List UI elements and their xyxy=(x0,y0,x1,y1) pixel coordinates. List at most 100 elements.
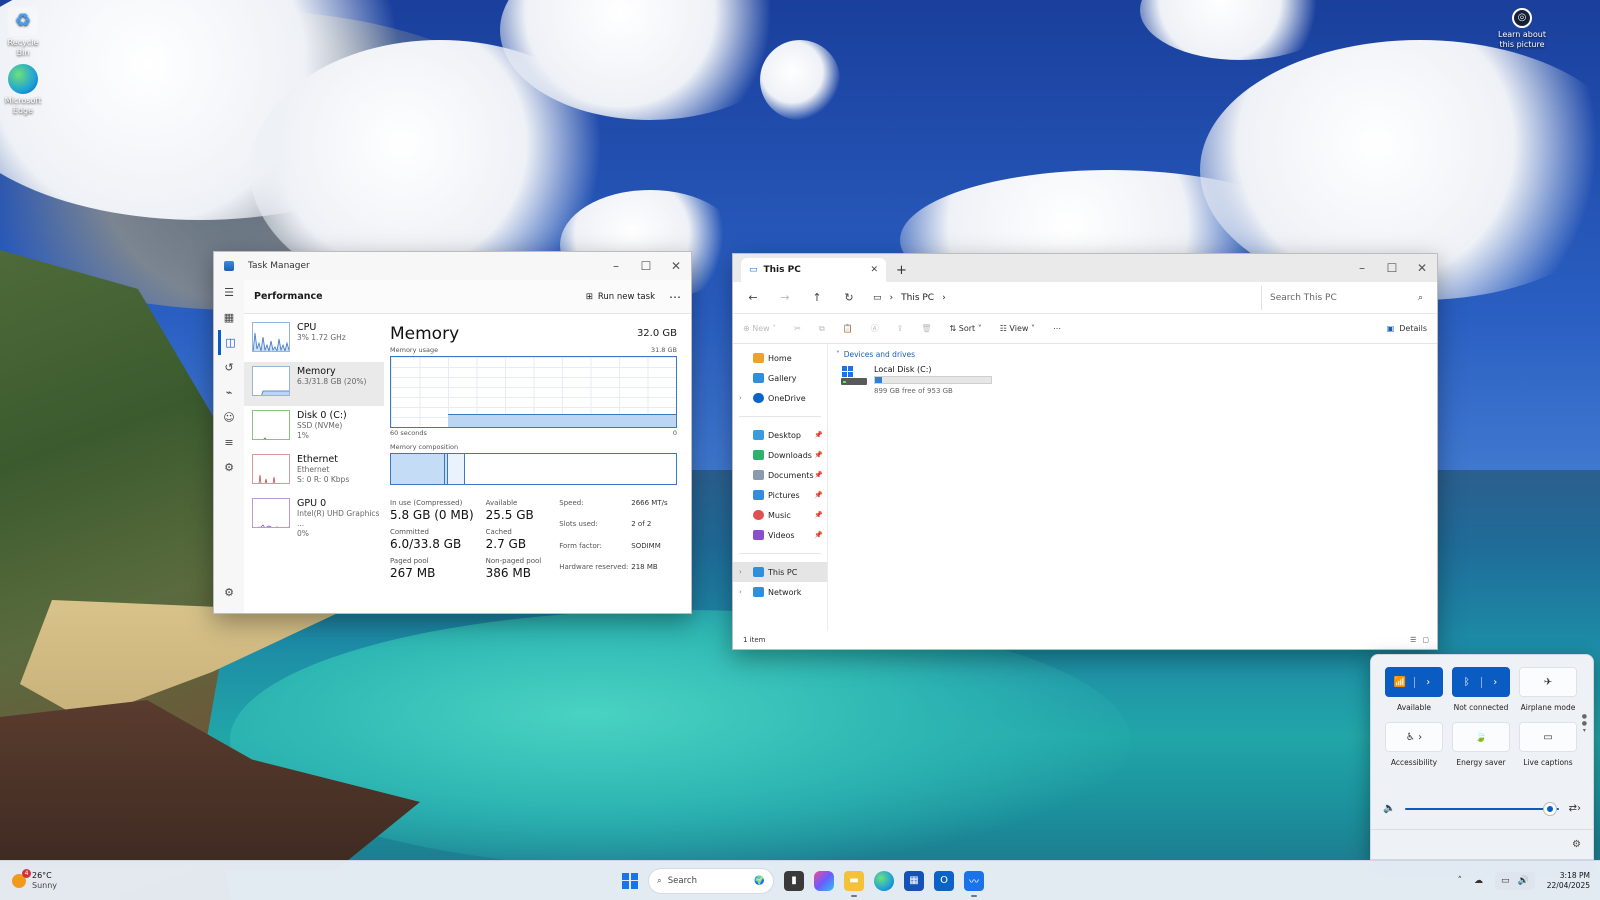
page-title: Performance xyxy=(254,291,323,302)
more-options-icon[interactable]: ⋯ xyxy=(1053,324,1061,333)
airplane-mode-toggle[interactable]: ✈ xyxy=(1519,667,1577,697)
sidebar-item-this-pc[interactable]: › This PC xyxy=(733,562,827,582)
back-arrow-icon[interactable]: ← xyxy=(739,286,767,310)
clock[interactable]: 3:18 PM 22/04/2025 xyxy=(1547,871,1590,891)
tab-this-pc[interactable]: ▭ This PC ✕ xyxy=(741,258,886,282)
microsoft-store-icon[interactable]: ▦ xyxy=(904,870,924,891)
speaker-icon[interactable]: 🔈 xyxy=(1383,803,1395,814)
breadcrumb-this-pc[interactable]: This PC xyxy=(901,293,934,303)
chevron-right-icon[interactable]: › xyxy=(1413,676,1443,688)
startup-apps-icon[interactable]: ⌁ xyxy=(218,380,240,405)
tiles-view-icon[interactable]: ▢ xyxy=(1422,636,1429,644)
task-manager-icon[interactable]: 〰 xyxy=(964,870,984,897)
more-options-icon[interactable]: ⋯ xyxy=(669,290,681,304)
expand-chevron-icon[interactable]: › xyxy=(739,394,742,402)
rename-icon[interactable]: Ⓐ xyxy=(871,323,879,334)
sidebar-item-label: Music xyxy=(768,510,791,520)
sidebar-item-gallery[interactable]: Gallery xyxy=(733,368,827,388)
stat-value: 6.0/33.8 GB xyxy=(390,537,462,551)
learn-about-picture[interactable]: ◎ Learn about this picture xyxy=(1492,8,1552,50)
energy-saver-toggle[interactable]: 🍃 xyxy=(1452,722,1510,752)
sidebar-item-label: OneDrive xyxy=(768,393,806,403)
page-dots[interactable]: ● ● ▾ xyxy=(1582,713,1587,734)
users-icon[interactable]: ☺ xyxy=(218,405,240,430)
paste-icon[interactable]: 📋 xyxy=(843,324,853,333)
settings-gear-icon[interactable]: ⚙ xyxy=(1572,839,1581,850)
audio-output-icon[interactable]: ⇄› xyxy=(1569,803,1581,814)
search-box[interactable]: Search This PC ⌕ xyxy=(1261,285,1431,310)
refresh-icon[interactable]: ↻ xyxy=(835,286,863,310)
sidebar-item-home[interactable]: Home xyxy=(733,348,827,368)
sidebar-item-network[interactable]: › Network xyxy=(733,582,827,602)
maximize-icon[interactable]: ☐ xyxy=(631,252,661,280)
taskbar-search[interactable]: ⌕ Search 🌍 xyxy=(648,867,774,894)
pictures-icon xyxy=(753,490,764,500)
sort-button[interactable]: ⇅ Sort ˅ xyxy=(950,324,982,333)
maximize-icon[interactable]: ☐ xyxy=(1377,254,1407,282)
live-captions-toggle[interactable]: ▭ xyxy=(1519,722,1577,752)
forward-arrow-icon[interactable]: → xyxy=(771,286,799,310)
details-button[interactable]: ▣ Details xyxy=(1387,324,1427,333)
processes-icon[interactable]: ▦ xyxy=(218,305,240,330)
sidebar-item-pictures[interactable]: Pictures 📌 xyxy=(733,485,827,505)
sidebar-item-documents[interactable]: Documents 📌 xyxy=(733,465,827,485)
share-icon[interactable]: ⇪ xyxy=(897,324,904,333)
outlook-icon[interactable]: O xyxy=(934,870,954,891)
up-arrow-icon[interactable]: ↑ xyxy=(803,286,831,310)
expand-chevron-icon[interactable]: › xyxy=(739,568,742,576)
expand-chevron-icon[interactable]: › xyxy=(739,588,742,596)
address-bar[interactable]: ▭ › This PC › xyxy=(867,286,1257,310)
perf-item-ethernet[interactable]: Ethernet Ethernet S: 0 R: 0 Kbps xyxy=(244,450,384,494)
bluetooth-toggle[interactable]: ᛒ › xyxy=(1452,667,1510,697)
volume-slider-thumb[interactable] xyxy=(1543,802,1556,815)
volume-slider[interactable] xyxy=(1405,802,1559,815)
chevron-right-icon[interactable]: › xyxy=(1480,676,1510,688)
sidebar-item-onedrive[interactable]: › OneDrive xyxy=(733,388,827,408)
perf-item-disk[interactable]: Disk 0 (C:) SSD (NVMe) 1% xyxy=(244,406,384,450)
drive-local-disk-c[interactable]: Local Disk (C:) 899 GB free of 953 GB xyxy=(840,365,1429,395)
new-tab-button[interactable]: + xyxy=(886,263,917,282)
close-icon[interactable]: ✕ xyxy=(661,252,691,280)
details-icon[interactable]: ≡ xyxy=(218,430,240,455)
copy-icon[interactable]: ⧉ xyxy=(819,324,825,334)
start-button[interactable] xyxy=(622,872,638,889)
edge-icon[interactable] xyxy=(874,870,894,891)
wifi-toggle[interactable]: 📶 › xyxy=(1385,667,1443,697)
chevron-up-icon[interactable]: ˄ xyxy=(1458,876,1463,886)
delete-icon[interactable]: 🗑 xyxy=(921,324,931,333)
new-button[interactable]: ⊕ New ˅ xyxy=(743,324,776,333)
sidebar-item-music[interactable]: Music 📌 xyxy=(733,505,827,525)
sidebar-item-desktop[interactable]: Desktop 📌 xyxy=(733,425,827,445)
minimize-icon[interactable]: – xyxy=(601,252,631,280)
sidebar-item-videos[interactable]: Videos 📌 xyxy=(733,525,827,545)
services-icon[interactable]: ⚙ xyxy=(218,455,240,480)
onedrive-icon[interactable]: ☁ xyxy=(1474,876,1483,886)
perf-item-gpu[interactable]: GPU 0 Intel(R) UHD Graphics ... 0% xyxy=(244,494,384,538)
view-button[interactable]: ☷ View ˅ xyxy=(1000,324,1035,333)
copilot-icon[interactable] xyxy=(814,870,834,891)
run-new-task-button[interactable]: ⊞ Run new task xyxy=(586,292,655,302)
close-icon[interactable]: ✕ xyxy=(1407,254,1437,282)
desktop-icon-edge[interactable]: Microsoft Edge xyxy=(0,64,46,116)
quick-settings-button[interactable]: ▭ 🔊 xyxy=(1495,871,1535,890)
cut-icon[interactable]: ✂ xyxy=(794,324,801,333)
details-button-label: Details xyxy=(1399,324,1427,333)
desktop-icon-recycle-bin[interactable]: ♻ Recycle Bin xyxy=(0,6,46,58)
group-header-devices[interactable]: ˅ Devices and drives xyxy=(836,350,1429,359)
close-tab-icon[interactable]: ✕ xyxy=(870,265,878,275)
sidebar-item-downloads[interactable]: Downloads 📌 xyxy=(733,445,827,465)
weather-widget[interactable]: 4 26°C Sunny xyxy=(12,868,57,891)
quick-settings-panel: 📶 › Available ᛒ › Not connected ✈ Airplane… xyxy=(1370,654,1594,860)
minimize-icon[interactable]: – xyxy=(1347,254,1377,282)
task-view-icon[interactable]: ▮ xyxy=(784,870,804,891)
app-history-icon[interactable]: ↺ xyxy=(218,355,240,380)
hamburger-icon[interactable]: ☰ xyxy=(218,280,240,305)
stat-label: Cached xyxy=(485,528,512,536)
accessibility-button[interactable]: ♿ › xyxy=(1385,722,1443,752)
performance-icon[interactable]: ◫ xyxy=(218,330,240,355)
perf-item-memory[interactable]: Memory 6.3/31.8 GB (20%) xyxy=(244,362,384,406)
settings-gear-icon[interactable]: ⚙ xyxy=(218,580,240,605)
details-view-icon[interactable]: ☰ xyxy=(1410,636,1416,644)
file-explorer-icon[interactable]: ▬ xyxy=(844,870,864,897)
perf-item-cpu[interactable]: CPU 3% 1.72 GHz xyxy=(244,318,384,362)
